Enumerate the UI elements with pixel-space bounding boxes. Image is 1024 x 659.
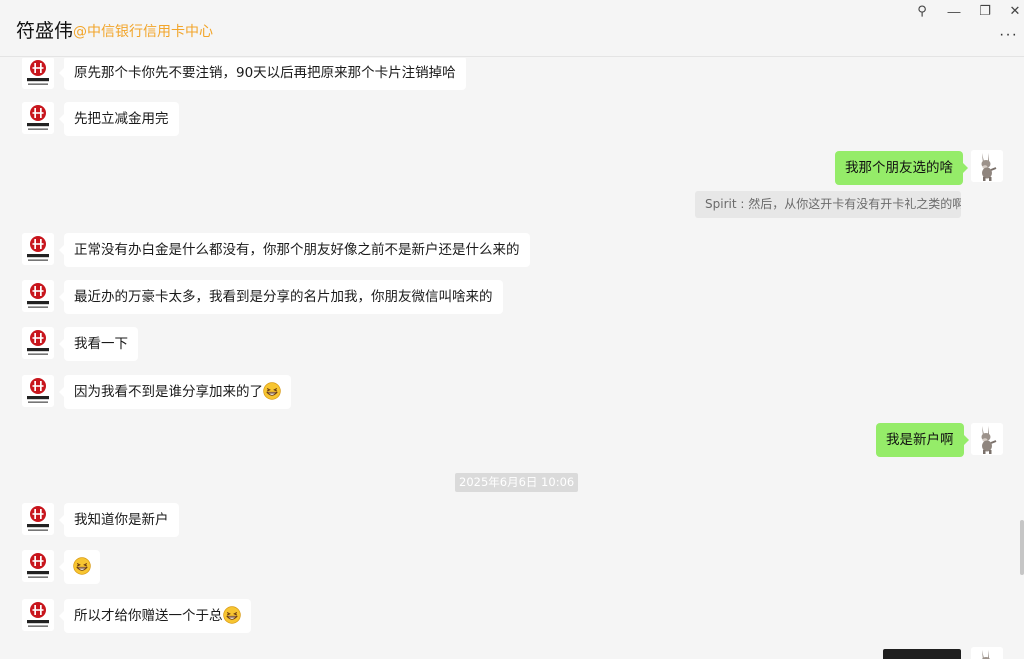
message-bubble-incoming[interactable]: 我看一下 bbox=[59, 327, 138, 361]
contact-name[interactable]: 符盛伟 bbox=[16, 16, 73, 43]
citic-bank-logo-icon bbox=[22, 503, 54, 535]
message-bubble-incoming[interactable]: 正常没有办白金是什么都没有，你那个朋友好像之前不是新户还是什么来的 bbox=[59, 233, 530, 267]
message-bubble-incoming[interactable]: 因为我看不到是谁分享加来的了 bbox=[59, 375, 291, 409]
contact-organization: @中信银行信用卡中心 bbox=[73, 24, 213, 40]
bank-avatar[interactable] bbox=[22, 58, 54, 89]
more-options-icon[interactable]: ··· bbox=[999, 26, 1018, 44]
message-bubble-incoming[interactable]: 最近办的万豪卡太多，我看到是分享的名片加我，你朋友微信叫啥来的 bbox=[59, 280, 503, 314]
citic-bank-logo-icon bbox=[22, 327, 54, 359]
timestamp-divider: 2025年6月6日 10:06 bbox=[455, 473, 579, 492]
close-icon[interactable]: ✕ bbox=[1005, 2, 1024, 20]
message-bubble-emoji[interactable] bbox=[59, 550, 100, 584]
message-list[interactable]: 原先那个卡你先不要注销，90天以后再把原来那个卡片注销掉哈 先把立减金用完 我那… bbox=[0, 58, 1024, 659]
bank-avatar[interactable] bbox=[22, 599, 54, 631]
bank-avatar[interactable] bbox=[22, 102, 54, 134]
citic-bank-logo-icon bbox=[22, 375, 54, 407]
bank-avatar[interactable] bbox=[22, 233, 54, 265]
grinning-squint-emoji-icon bbox=[223, 606, 241, 624]
citic-bank-logo-icon bbox=[22, 550, 54, 582]
donkey-avatar-icon bbox=[971, 423, 1003, 455]
message-bubble-incoming[interactable]: 我知道你是新户 bbox=[59, 503, 179, 537]
pin-icon[interactable]: ⚲ bbox=[912, 2, 932, 20]
citic-bank-logo-icon bbox=[22, 102, 54, 134]
donkey-avatar-icon bbox=[971, 647, 1003, 659]
image-message-thumbnail[interactable] bbox=[883, 649, 961, 659]
citic-bank-logo-icon bbox=[22, 599, 54, 631]
user-avatar[interactable] bbox=[971, 150, 1003, 182]
message-bubble-outgoing[interactable]: 我是新户啊 bbox=[876, 423, 968, 457]
citic-bank-logo-icon bbox=[22, 280, 54, 312]
bank-avatar[interactable] bbox=[22, 375, 54, 407]
chat-header: 符盛伟 @中信银行信用卡中心 ⚲ — ❐ ✕ ··· bbox=[0, 0, 1024, 57]
bank-avatar[interactable] bbox=[22, 327, 54, 359]
bank-avatar[interactable] bbox=[22, 503, 54, 535]
scrollbar-thumb[interactable] bbox=[1020, 520, 1024, 575]
quoted-reply[interactable]: Spirit : 然后，从你这开卡有没有开卡礼之类的啊 bbox=[695, 191, 961, 218]
message-bubble-incoming[interactable]: 所以才给你赠送一个于总 bbox=[59, 599, 251, 633]
message-bubble-incoming[interactable]: 先把立减金用完 bbox=[59, 102, 179, 136]
restore-window-icon[interactable]: ❐ bbox=[975, 2, 995, 20]
citic-bank-logo-icon bbox=[22, 233, 54, 265]
message-bubble-incoming[interactable]: 原先那个卡你先不要注销，90天以后再把原来那个卡片注销掉哈 bbox=[59, 58, 466, 90]
bank-avatar[interactable] bbox=[22, 280, 54, 312]
citic-bank-logo-icon bbox=[22, 58, 54, 89]
message-text: 因为我看不到是谁分享加来的了 bbox=[74, 384, 263, 400]
donkey-avatar-icon bbox=[971, 150, 1003, 182]
message-text: 所以才给你赠送一个于总 bbox=[74, 608, 223, 624]
user-avatar[interactable] bbox=[971, 647, 1003, 659]
user-avatar[interactable] bbox=[971, 423, 1003, 455]
grinning-squint-emoji-icon bbox=[73, 557, 91, 575]
minimize-icon[interactable]: — bbox=[944, 2, 964, 20]
bank-avatar[interactable] bbox=[22, 550, 54, 582]
grinning-squint-emoji-icon bbox=[263, 382, 281, 400]
message-bubble-outgoing[interactable]: 我那个朋友选的啥 bbox=[835, 151, 968, 185]
